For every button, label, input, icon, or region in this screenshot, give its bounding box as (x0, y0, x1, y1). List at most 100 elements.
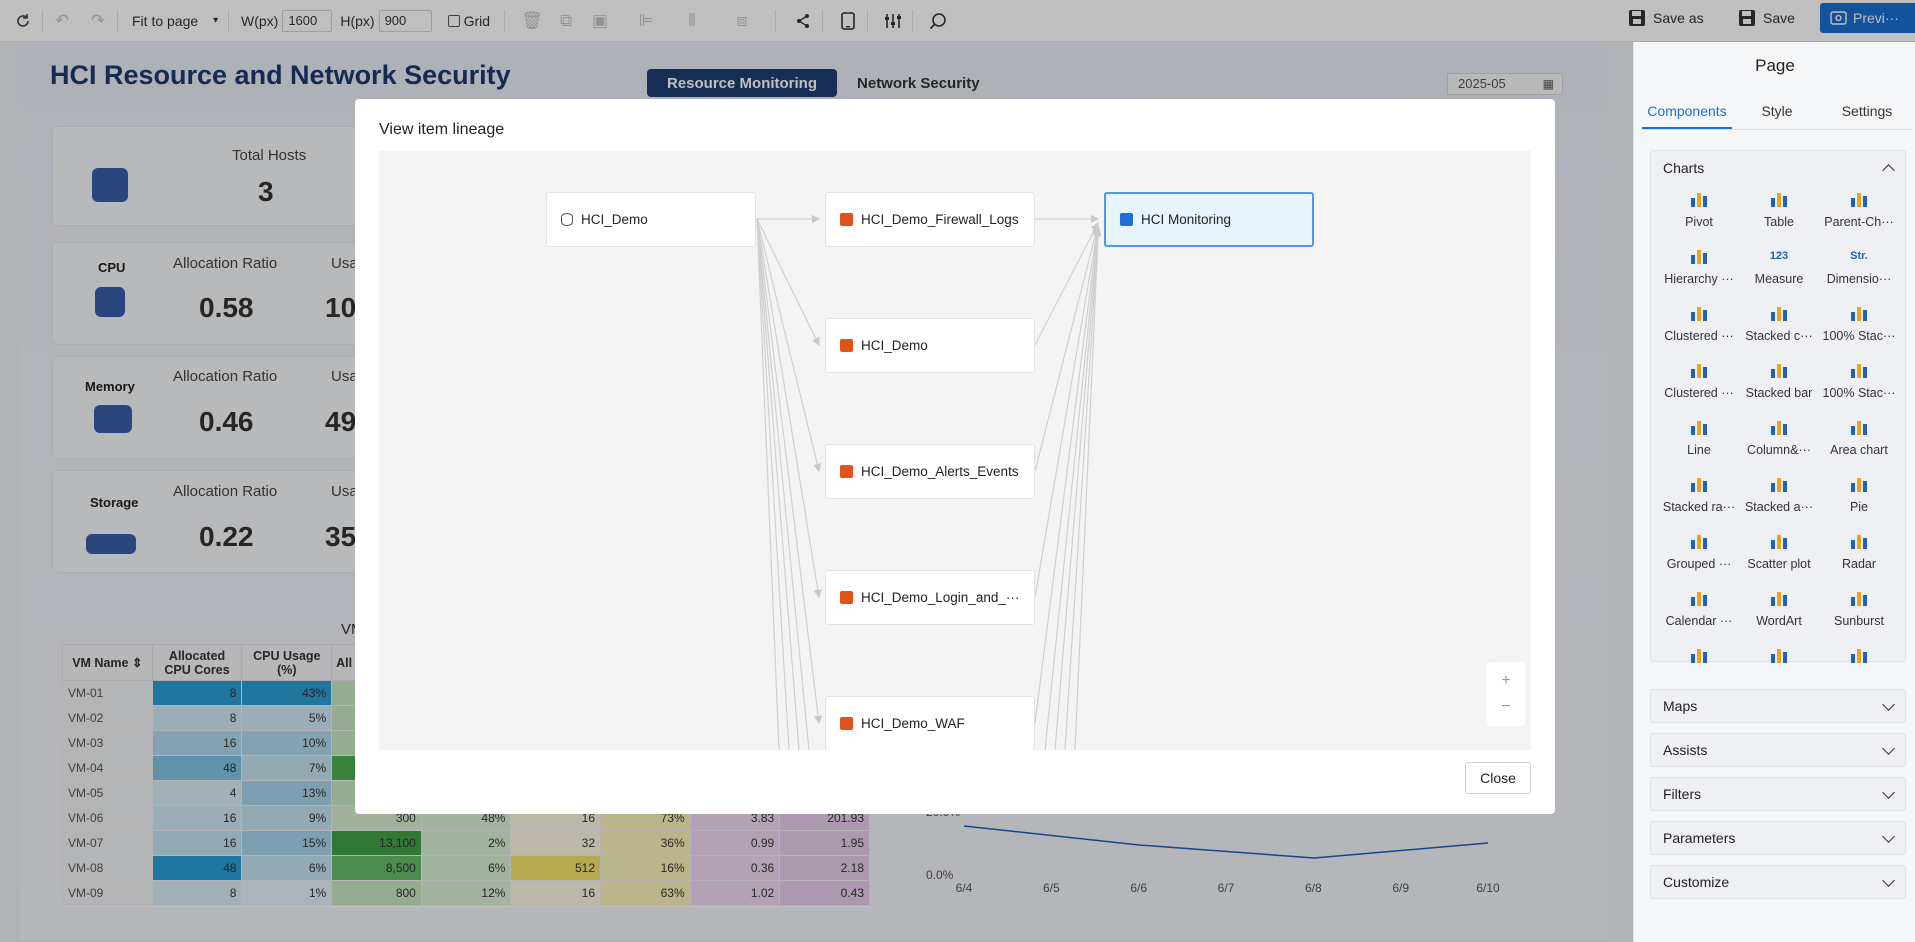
chart-type-measure[interactable]: 123 Measure (1739, 242, 1819, 293)
lineage-modal: View item lineage HCI_Demo HCI_Demo_Fire… (355, 99, 1555, 814)
dataset-icon (840, 591, 853, 604)
lineage-node-dataset-5[interactable]: HCI_Demo_WAF (825, 696, 1035, 750)
lineage-node-dataset-3[interactable]: HCI_Demo_Alerts_Events (825, 444, 1035, 499)
chart-type-scatter[interactable]: Scatter plot (1739, 527, 1819, 578)
report-chart-icon (1120, 213, 1133, 226)
chart-type-parent-child[interactable]: Parent-Ch··· (1819, 185, 1899, 236)
chart-type-label: Area chart (1830, 443, 1888, 457)
tab-components[interactable]: Components (1642, 96, 1732, 129)
chart-type-label: Measure (1754, 272, 1804, 286)
scatter-icon (1767, 529, 1791, 553)
lineage-node-source[interactable]: HCI_Demo (546, 192, 756, 247)
section-label: Maps (1663, 698, 1698, 714)
sankey-icon (1847, 643, 1871, 667)
chart-type-calendar-heatmap[interactable]: Calendar ··· (1659, 584, 1739, 635)
section-label: Customize (1663, 874, 1730, 890)
clustered-column-icon (1687, 301, 1711, 325)
lineage-node-dataset-2[interactable]: HCI_Demo (825, 318, 1035, 373)
chart-type-pie[interactable]: Pie (1819, 470, 1899, 521)
lineage-canvas[interactable]: HCI_Demo HCI_Demo_Firewall_Logs HCI_Demo… (379, 151, 1531, 750)
stacked-area-icon (1767, 472, 1791, 496)
edge-src-extra-3 (756, 218, 790, 750)
chevron-up-icon (1882, 163, 1895, 177)
pivot-icon (1687, 187, 1711, 211)
chart-type-gauge[interactable] (1659, 641, 1739, 692)
section-assists[interactable]: Assists (1650, 733, 1906, 767)
chart-type-sankey[interactable] (1819, 641, 1899, 692)
right-panel: Page Components Style Settings Charts Pi… (1633, 42, 1915, 942)
chart-type-stacked-bar[interactable]: Stacked bar (1739, 356, 1819, 407)
chart-type-grouped-donut[interactable]: Grouped ··· (1659, 527, 1739, 578)
chart-type-label: Parent-Ch··· (1824, 215, 1894, 229)
edge-src-ds5 (756, 218, 823, 725)
chart-type-clustered-bar[interactable]: Clustered ··· (1659, 356, 1739, 407)
chart-type-clustered-column[interactable]: Clustered ··· (1659, 299, 1739, 350)
edge-src-extra-4 (756, 218, 780, 750)
lineage-node-dataset-1[interactable]: HCI_Demo_Firewall_Logs (825, 192, 1035, 247)
charts-section: Charts Pivot Table Parent-Ch··· Hierarchy ·… (1650, 150, 1906, 663)
parent-child-icon (1847, 187, 1871, 211)
chart-type-line-chart[interactable]: Line (1659, 413, 1739, 464)
node-label: HCI Monitoring (1141, 212, 1232, 227)
chart-type-table[interactable]: Table (1739, 185, 1819, 236)
zoom-out-button[interactable]: − (1501, 694, 1510, 720)
modal-title: View item lineage (379, 121, 505, 138)
gauge-icon (1687, 643, 1711, 667)
edge-src-extra-1 (756, 218, 810, 750)
charts-section-header[interactable]: Charts (1651, 151, 1905, 185)
section-customize[interactable]: Customize (1650, 865, 1906, 899)
chevron-down-icon (1882, 785, 1895, 799)
chart-type-percent-stacked-column[interactable]: 100% Stac··· (1819, 299, 1899, 350)
chart-type-label: Stacked c··· (1745, 329, 1813, 343)
chart-type-label: Clustered ··· (1664, 329, 1734, 343)
chart-type-stacked-column[interactable]: Stacked c··· (1739, 299, 1819, 350)
node-label: HCI_Demo_Alerts_Events (861, 464, 1019, 479)
section-filters[interactable]: Filters (1650, 777, 1906, 811)
close-button[interactable]: Close (1465, 762, 1531, 794)
chart-type-label: 100% Stac··· (1822, 386, 1896, 400)
chart-type-label: Scatter plot (1747, 557, 1811, 571)
lineage-node-dataset-4[interactable]: HCI_Demo_Login_and_··· (825, 570, 1035, 625)
lineage-node-report[interactable]: HCI Monitoring (1104, 192, 1314, 247)
chart-type-label: Clustered ··· (1664, 386, 1734, 400)
chart-type-label: Stacked bar (1745, 386, 1813, 400)
charts-label: Charts (1663, 160, 1705, 176)
zoom-in-button[interactable]: + (1501, 668, 1510, 694)
section-label: Filters (1663, 786, 1702, 802)
panel-title: Page (1755, 56, 1795, 75)
chart-type-label: Pie (1849, 500, 1869, 514)
chart-type-column-line[interactable]: Column&··· (1739, 413, 1819, 464)
edge-rep-extra-3 (1064, 234, 1099, 750)
section-label: Parameters (1663, 830, 1736, 846)
sunburst-icon (1847, 586, 1871, 610)
chart-type-wordart[interactable]: WordArt (1739, 584, 1819, 635)
node-label: HCI_Demo_Firewall_Logs (861, 212, 1019, 227)
measure-icon: 123 (1769, 250, 1789, 262)
wordart-icon (1767, 586, 1791, 610)
edge-ds5-rep (1034, 227, 1102, 724)
calendar-heatmap-icon (1687, 586, 1711, 610)
chart-type-label: Sunburst (1833, 614, 1885, 628)
chevron-down-icon (1882, 829, 1895, 843)
chevron-down-icon (1882, 741, 1895, 755)
funnel-icon (1767, 643, 1791, 667)
chart-type-label: Calendar ··· (1665, 614, 1733, 628)
chart-type-pivot[interactable]: Pivot (1659, 185, 1739, 236)
chart-type-label: WordArt (1756, 614, 1802, 628)
tab-settings[interactable]: Settings (1822, 96, 1912, 129)
chart-type-label: Column&··· (1747, 443, 1811, 457)
chart-type-stacked-range[interactable]: Stacked ra··· (1659, 470, 1739, 521)
chart-type-area-chart[interactable]: Area chart (1819, 413, 1899, 464)
chart-type-stacked-area[interactable]: Stacked a··· (1739, 470, 1819, 521)
section-maps[interactable]: Maps (1650, 689, 1906, 723)
chart-type-percent-stacked-bar[interactable]: 100% Stac··· (1819, 356, 1899, 407)
chart-type-funnel[interactable] (1739, 641, 1819, 692)
chart-type-label: Hierarchy ··· (1664, 272, 1734, 286)
section-parameters[interactable]: Parameters (1650, 821, 1906, 855)
tab-style[interactable]: Style (1732, 96, 1822, 129)
chart-type-radar[interactable]: Radar (1819, 527, 1899, 578)
chart-type-hierarchy[interactable]: Hierarchy ··· (1659, 242, 1739, 293)
chart-type-dimension[interactable]: Str. Dimensio··· (1819, 242, 1899, 293)
chart-type-sunburst[interactable]: Sunburst (1819, 584, 1899, 635)
table-icon (1767, 187, 1791, 211)
